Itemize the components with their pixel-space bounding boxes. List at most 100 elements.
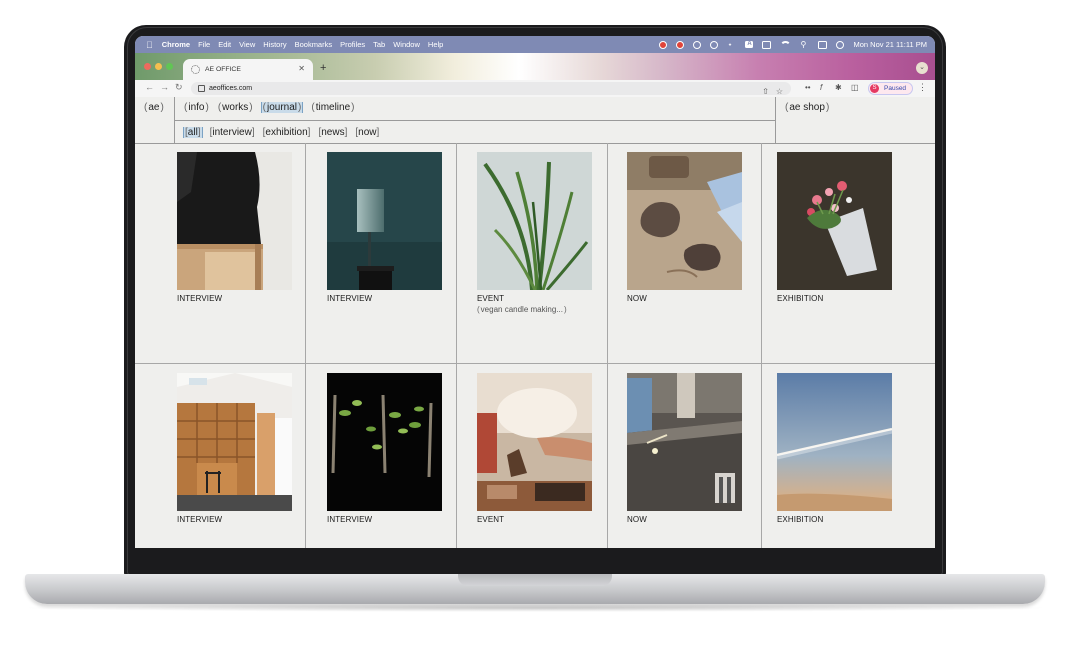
journal-card[interactable]: INTERVIEW [177, 373, 292, 524]
formula-extension-icon[interactable]: f [820, 83, 822, 92]
website-page: ae info works journal timeline all inter… [135, 97, 935, 548]
post-image-branches-on-black[interactable] [327, 373, 442, 511]
mac-menu-bar:  Chrome File Edit View History Bookmark… [135, 36, 935, 53]
post-image-flowers-on-floor[interactable] [777, 152, 892, 290]
extension-icon[interactable]: •• [805, 83, 811, 92]
menu-edit[interactable]: Edit [218, 40, 231, 49]
menu-bookmarks[interactable]: Bookmarks [295, 40, 333, 49]
battery-icon[interactable] [762, 40, 772, 49]
journal-card[interactable]: EVENT [477, 373, 592, 524]
nav-timeline[interactable]: timeline [310, 102, 355, 113]
profile-paused-chip[interactable]: S Paused [868, 82, 913, 95]
menu-view[interactable]: View [239, 40, 255, 49]
siri-icon[interactable] [836, 40, 845, 49]
bluetooth-icon[interactable]: ⋆ [727, 40, 736, 49]
journal-card[interactable]: EVENT vegan candle making... [477, 152, 592, 314]
target-icon[interactable] [710, 40, 719, 49]
filter-news[interactable]: news [317, 127, 348, 138]
menu-tab[interactable]: Tab [373, 40, 385, 49]
journal-card[interactable]: NOW [627, 152, 742, 303]
menu-window[interactable]: Window [393, 40, 420, 49]
divider [135, 363, 935, 364]
puzzle-icon[interactable]: ✱ [835, 83, 842, 92]
journal-filters: all interview exhibition news now [183, 127, 380, 138]
address-bar[interactable]: aeoffices.com ⇧ ☆ [191, 82, 791, 96]
tab-close-icon[interactable]: ✕ [298, 64, 305, 73]
close-window-icon[interactable] [144, 63, 151, 70]
journal-card[interactable]: INTERVIEW [327, 152, 442, 303]
menu-profiles[interactable]: Profiles [340, 40, 365, 49]
journal-card[interactable]: EXHIBITION [777, 373, 892, 524]
tab-search-icon[interactable]: ⌄ [916, 62, 928, 74]
post-category: EVENT [477, 294, 505, 303]
browser-tab[interactable]: AE OFFICE ✕ [183, 59, 313, 80]
shop-link[interactable]: ae shop [785, 102, 829, 113]
menu-help[interactable]: Help [428, 40, 443, 49]
journal-card[interactable]: EXHIBITION [777, 152, 892, 303]
lock-icon[interactable] [198, 85, 205, 92]
journal-card[interactable]: INTERVIEW [177, 152, 292, 303]
site-logo[interactable]: ae [144, 102, 164, 113]
main-nav: info works journal timeline [183, 102, 356, 113]
address-url: aeoffices.com [209, 85, 253, 92]
post-image-wooden-shelves-room[interactable] [177, 373, 292, 511]
divider [761, 143, 762, 548]
browser-menu-icon[interactable]: ⋮ [918, 82, 927, 93]
nav-works[interactable]: works [217, 102, 254, 113]
post-subtitle: vegan candle making... [477, 305, 592, 314]
filter-interview[interactable]: interview [209, 127, 256, 138]
post-image-candle-pouring[interactable] [477, 373, 592, 511]
filter-all[interactable]: all [183, 127, 203, 138]
browser-toolbar: ← → ↻ aeoffices.com ⇧ ☆ •• f ✱ ◫ S Pause… [135, 80, 935, 98]
post-image-clay-on-table[interactable] [627, 152, 742, 290]
apple-icon[interactable]:  [146, 40, 153, 50]
laptop-screen:  Chrome File Edit View History Bookmark… [135, 36, 935, 548]
nav-info[interactable]: info [183, 102, 210, 113]
laptop-shadow [15, 604, 1055, 612]
reload-icon[interactable]: ↻ [175, 82, 183, 93]
screen-record-icon[interactable] [676, 40, 685, 49]
post-category: INTERVIEW [327, 294, 373, 303]
control-center-icon[interactable] [818, 40, 828, 49]
loading-icon [191, 65, 200, 74]
menu-file[interactable]: File [198, 40, 210, 49]
post-image-workshop-grinder[interactable] [627, 373, 742, 511]
menu-history[interactable]: History [263, 40, 286, 49]
post-category: EXHIBITION [777, 515, 824, 524]
post-category: EVENT [477, 515, 505, 524]
journal-card[interactable]: NOW [627, 373, 742, 524]
search-icon[interactable]: ⚲ [800, 40, 809, 49]
divider [174, 120, 775, 121]
divider [135, 143, 935, 144]
divider [305, 143, 306, 548]
post-category: EXHIBITION [777, 294, 824, 303]
post-category: NOW [627, 294, 647, 303]
tab-title: AE OFFICE [205, 66, 241, 73]
divider [607, 143, 608, 548]
post-image-person-on-stool[interactable] [177, 152, 292, 290]
forward-arrow-icon[interactable]: → [160, 82, 169, 92]
menu-clock[interactable]: Mon Nov 21 11:11 PM [853, 40, 927, 49]
recording-icon[interactable] [659, 40, 668, 49]
post-category: INTERVIEW [177, 294, 223, 303]
zoom-window-icon[interactable] [166, 63, 173, 70]
post-category: INTERVIEW [177, 515, 223, 524]
cloud-icon[interactable] [693, 40, 702, 49]
browser-tab-strip: AE OFFICE ✕ + ⌄ [135, 53, 935, 80]
input-source-icon[interactable]: A [745, 41, 754, 48]
post-image-teal-lamp[interactable] [327, 152, 442, 290]
minimize-window-icon[interactable] [155, 63, 162, 70]
laptop-notch [458, 574, 612, 586]
post-image-sky-contrail[interactable] [777, 373, 892, 511]
filter-exhibition[interactable]: exhibition [262, 127, 312, 138]
wifi-icon[interactable] [780, 41, 792, 52]
new-tab-icon[interactable]: + [320, 62, 326, 74]
journal-card[interactable]: INTERVIEW [327, 373, 442, 524]
nav-journal[interactable]: journal [260, 102, 304, 113]
divider [456, 143, 457, 548]
back-arrow-icon[interactable]: ← [145, 82, 154, 92]
side-panel-icon[interactable]: ◫ [851, 83, 859, 92]
post-image-green-plant[interactable] [477, 152, 592, 290]
filter-now[interactable]: now [354, 127, 380, 138]
menu-app-name[interactable]: Chrome [162, 40, 190, 49]
